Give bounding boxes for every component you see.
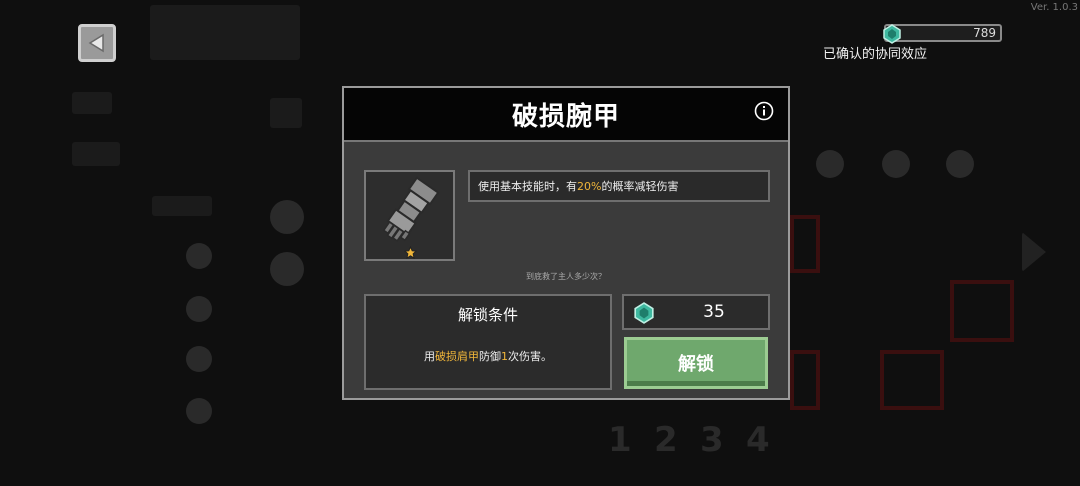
star-icon	[404, 246, 417, 259]
bg-slot	[880, 350, 944, 410]
cost-value: 35	[703, 302, 725, 322]
bg-icon	[270, 98, 302, 128]
bg-lock-icon	[816, 150, 844, 178]
currency-display: 789	[883, 24, 1002, 44]
description-prefix: 使用基本技能时，有	[478, 180, 577, 193]
bg-menu-item	[152, 196, 212, 216]
item-detail-modal: 破损腕甲 使用基本技能时，有 20% 的概率减轻伤害 到底救了主人多少次？ 解锁…	[342, 86, 790, 400]
back-arrow-icon	[88, 33, 104, 53]
description-highlight: 20%	[577, 179, 602, 193]
bg-page-number: 3	[700, 420, 724, 460]
description-suffix: 的概率减轻伤害	[601, 180, 679, 193]
gem-icon	[634, 302, 654, 324]
condition-middle: 防御	[479, 350, 501, 363]
back-button[interactable]	[78, 24, 116, 62]
bg-page-number: 4	[746, 420, 770, 460]
bg-menu-item	[72, 142, 120, 166]
gem-icon	[883, 24, 901, 44]
condition-count: 1	[501, 350, 508, 363]
condition-suffix: 次伤害。	[508, 350, 552, 363]
bg-page-number: 1	[608, 420, 632, 460]
unlock-condition-title: 解锁条件	[457, 306, 518, 324]
unlock-condition-text: 用破损肩甲防御1次伤害。	[366, 348, 610, 364]
condition-item: 破损肩甲	[435, 350, 479, 363]
unlock-cost: 35	[622, 294, 770, 330]
item-icon-frame	[364, 170, 455, 261]
bg-lock-icon	[186, 243, 212, 269]
condition-prefix: 用	[424, 350, 435, 363]
modal-header: 破损腕甲	[344, 88, 788, 142]
bg-lock-icon	[186, 346, 212, 372]
bg-lock-icon	[186, 296, 212, 322]
bg-next-arrow-icon	[1022, 232, 1046, 272]
info-icon[interactable]	[754, 101, 774, 121]
bg-icon	[270, 252, 304, 286]
bg-lock-icon	[882, 150, 910, 178]
currency-amount: 789	[973, 26, 996, 40]
modal-title: 破损腕甲	[511, 101, 620, 132]
bg-slot	[790, 215, 820, 273]
item-hint: 到底救了主人多少次？	[526, 272, 606, 281]
bg-slot	[950, 280, 1014, 342]
version-label: Ver. 1.0.3	[1030, 2, 1078, 13]
bg-tab	[150, 5, 300, 60]
bg-slot	[790, 350, 820, 410]
bg-lock-icon	[946, 150, 974, 178]
unlock-condition-box: 解锁条件 用破损肩甲防御1次伤害。	[364, 294, 612, 390]
bg-page-number: 2	[654, 420, 678, 460]
synergy-label[interactable]: 已确认的协同效应	[823, 43, 927, 62]
unlock-button[interactable]: 解锁	[624, 337, 768, 389]
bg-menu-item	[72, 92, 112, 114]
bg-icon	[270, 200, 304, 234]
item-description: 使用基本技能时，有 20% 的概率减轻伤害	[468, 170, 770, 202]
bg-lock-icon	[186, 398, 212, 424]
